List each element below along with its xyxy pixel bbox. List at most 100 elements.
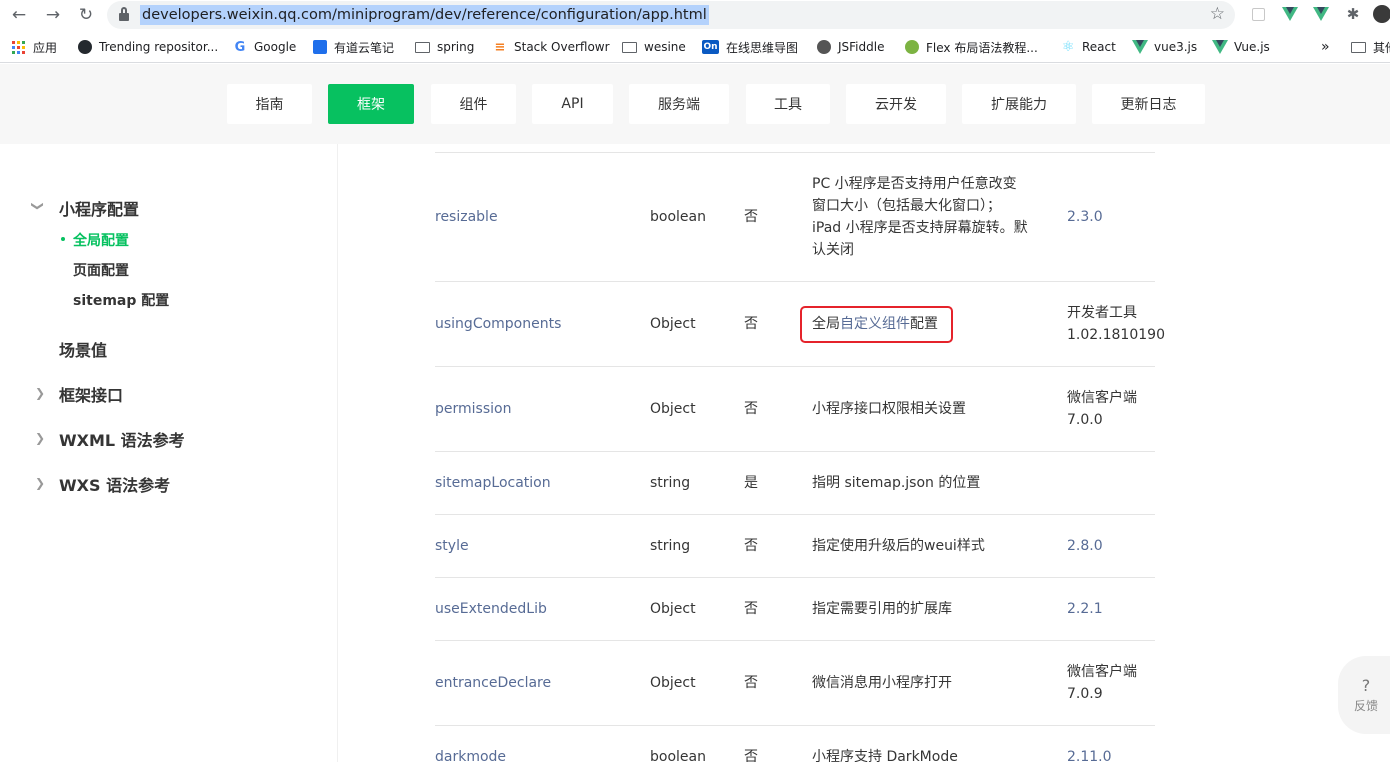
sidebar-item-page-config[interactable]: 页面配置 — [73, 260, 129, 280]
vue-devtools-icon[interactable] — [1280, 4, 1300, 24]
property-description: 全局自定义组件配置 — [812, 316, 938, 332]
stackoverflow-icon: ≡ — [494, 39, 506, 55]
url-text[interactable]: developers.weixin.qq.com/miniprogram/dev… — [140, 5, 709, 25]
sidebar-item-framework-api[interactable]: 框架接口 — [59, 382, 123, 406]
bookmark-google[interactable]: G Google — [233, 38, 297, 56]
tab-guide[interactable]: 指南 — [227, 84, 312, 124]
property-type: boolean — [650, 749, 706, 762]
property-description: 微信消息用小程序打开 — [812, 675, 952, 691]
bookmark-processon[interactable]: On 在线思维导图 — [702, 38, 798, 56]
table-row: darkmode boolean 否 小程序支持 DarkMode 2.11.0 — [435, 726, 1155, 762]
bookmark-vuejs[interactable]: Vue.js — [1212, 38, 1270, 56]
google-icon: G — [234, 39, 246, 55]
property-name: permission — [435, 401, 512, 417]
property-type: Object — [650, 675, 696, 691]
vue-icon — [1212, 40, 1228, 54]
property-description: 指定需要引用的扩展库 — [812, 601, 952, 617]
property-name: darkmode — [435, 749, 507, 762]
youdao-note-icon — [313, 40, 327, 54]
github-icon — [78, 40, 92, 54]
table-row: usingComponents Object 否 全局自定义组件配置 开发者工具… — [435, 282, 1165, 367]
top-navigation: 指南 框架 组件 API 服务端 工具 云开发 扩展能力 更新日志 — [0, 64, 1390, 144]
property-name: style — [435, 538, 469, 554]
table-row: style string 否 指定使用升级后的weui样式 2.8.0 — [435, 515, 1155, 578]
bookmark-react[interactable]: ⚛ React — [1061, 38, 1116, 56]
bookmark-vue3[interactable]: vue3.js — [1132, 38, 1197, 56]
reload-icon[interactable]: ↻ — [75, 4, 97, 26]
property-type: Object — [650, 401, 696, 417]
sidebar-section-app-config[interactable]: 小程序配置 — [59, 196, 139, 220]
property-required: 否 — [744, 749, 758, 762]
bookmarks-bar: 应用 Trending repositor... G Google 有道云笔记 … — [0, 31, 1390, 63]
custom-component-link[interactable]: 自定义组件 — [840, 316, 910, 332]
tab-api[interactable]: API — [532, 84, 613, 124]
sidebar-item-scene[interactable]: 场景值 — [59, 337, 107, 361]
bookmark-folder-spring[interactable]: spring — [415, 38, 474, 56]
sidebar: ❯ 小程序配置 全局配置 页面配置 sitemap 配置 场景值 ❯ 框架接口 … — [0, 144, 338, 762]
sidebar-item-sitemap-config[interactable]: sitemap 配置 — [73, 290, 169, 310]
property-name: sitemapLocation — [435, 475, 551, 491]
feedback-button[interactable]: ? 反馈 — [1338, 656, 1390, 734]
property-required: 是 — [744, 475, 758, 491]
bookmark-youdao[interactable]: 有道云笔记 — [313, 38, 394, 56]
bookmark-folder-other[interactable]: 其他 — [1351, 38, 1390, 56]
version-text: 开发者工具 1.02.1810190 — [1067, 305, 1165, 343]
tab-tools[interactable]: 工具 — [746, 84, 830, 124]
version-link[interactable]: 2.3.0 — [1067, 206, 1103, 228]
sidebar-item-wxs[interactable]: WXS 语法参考 — [59, 472, 170, 496]
tab-extensions[interactable]: 扩展能力 — [962, 84, 1076, 124]
chevron-right-icon[interactable]: ❯ — [35, 431, 45, 445]
folder-icon — [1351, 41, 1366, 53]
tab-framework[interactable]: 框架 — [328, 84, 414, 124]
chevron-down-icon[interactable]: ❯ — [31, 201, 45, 211]
tab-cloud[interactable]: 云开发 — [846, 84, 946, 124]
bookmark-folder-wesine[interactable]: wesine — [622, 38, 686, 56]
extensions-puzzle-icon[interactable]: ✱ — [1343, 4, 1363, 24]
chevron-right-icon[interactable]: ❯ — [35, 476, 45, 490]
property-description: PC 小程序是否支持用户任意改变 窗口大小（包括最大化窗口）； iPad 小程序… — [812, 176, 1028, 258]
property-type: string — [650, 475, 691, 491]
folder-icon — [415, 41, 430, 53]
bookmark-apps[interactable]: 应用 — [12, 38, 57, 56]
property-required: 否 — [744, 316, 758, 332]
address-bar[interactable]: developers.weixin.qq.com/miniprogram/dev… — [107, 1, 1235, 29]
property-description: 小程序支持 DarkMode — [812, 749, 958, 762]
vue-icon — [1132, 40, 1148, 54]
bookmark-stackoverflow[interactable]: ≡ Stack Overflowr — [493, 38, 610, 56]
browser-toolbar: ← → ↻ developers.weixin.qq.com/miniprogr… — [0, 0, 1390, 31]
property-description: 指明 sitemap.json 的位置 — [812, 475, 981, 491]
table-row: permission Object 否 小程序接口权限相关设置 微信客户端 7.… — [435, 367, 1155, 452]
chevron-right-icon[interactable]: ❯ — [35, 386, 45, 400]
vue-devtools-icon[interactable] — [1311, 4, 1331, 24]
tab-server[interactable]: 服务端 — [629, 84, 729, 124]
property-required: 否 — [744, 209, 758, 225]
back-arrow-icon[interactable]: ← — [8, 4, 30, 26]
property-required: 否 — [744, 401, 758, 417]
sidebar-item-wxml[interactable]: WXML 语法参考 — [59, 427, 185, 451]
extension-icon[interactable] — [1248, 4, 1268, 24]
tab-components[interactable]: 组件 — [431, 84, 516, 124]
react-icon: ⚛ — [1061, 39, 1075, 55]
table-row: resizable boolean 否 PC 小程序是否支持用户任意改变 窗口大… — [435, 153, 1155, 282]
bookmark-star-icon[interactable]: ☆ — [1210, 4, 1225, 24]
property-type: string — [650, 538, 691, 554]
version-text: 微信客户端 7.0.9 — [1067, 664, 1137, 702]
bookmark-runoob[interactable]: Flex 布局语法教程... — [905, 38, 1038, 56]
table-row: sitemapLocation string 是 指明 sitemap.json… — [435, 452, 1155, 515]
bookmark-github[interactable]: Trending repositor... — [78, 38, 218, 56]
property-required: 否 — [744, 675, 758, 691]
property-name: usingComponents — [435, 316, 562, 332]
profile-avatar[interactable] — [1372, 4, 1390, 24]
forward-arrow-icon[interactable]: → — [42, 4, 64, 26]
tab-changelog[interactable]: 更新日志 — [1092, 84, 1205, 124]
property-required: 否 — [744, 538, 758, 554]
bookmark-jsfiddle[interactable]: JSFiddle — [817, 38, 884, 56]
property-name: useExtendedLib — [435, 601, 547, 617]
version-text: 微信客户端 7.0.0 — [1067, 390, 1137, 428]
property-type: boolean — [650, 209, 706, 225]
sidebar-item-global-config[interactable]: 全局配置 — [73, 230, 129, 250]
version-link[interactable]: 2.11.0 — [1067, 746, 1112, 762]
version-link[interactable]: 2.2.1 — [1067, 598, 1103, 620]
version-link[interactable]: 2.8.0 — [1067, 535, 1103, 557]
more-bookmarks-icon[interactable]: » — [1321, 38, 1330, 56]
